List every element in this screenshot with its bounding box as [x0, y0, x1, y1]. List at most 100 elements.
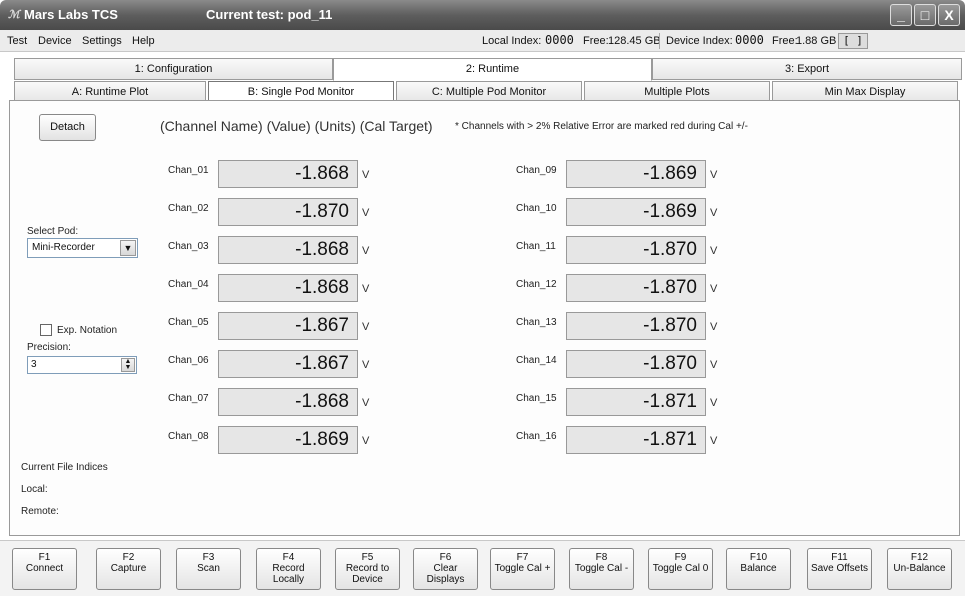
fkey-number: F3 — [202, 552, 215, 563]
fkey-number: F2 — [122, 552, 135, 563]
channel-unit: V — [710, 435, 718, 447]
device-free-label: Free: — [772, 35, 798, 47]
title-bar: ℳ Mars Labs TCS Current test: pod_11 _ □… — [0, 0, 965, 30]
channel-value: -1.868 — [218, 274, 358, 302]
channel-value: -1.868 — [218, 388, 358, 416]
single-pod-monitor-panel — [9, 100, 960, 536]
column-header: (Channel Name) (Value) (Units) (Cal Targ… — [160, 118, 433, 134]
channel-unit: V — [362, 283, 370, 295]
device-index-value: 0000 — [735, 33, 764, 47]
channel-value: -1.868 — [218, 236, 358, 264]
channel-name: Chan_04 — [168, 279, 209, 290]
channel-unit: V — [710, 397, 718, 409]
menu-divider — [659, 33, 660, 49]
fkey-number: F11 — [831, 552, 848, 563]
fkey-number: F9 — [674, 552, 687, 563]
channel-unit: V — [710, 359, 718, 371]
spin-arrows-icon[interactable]: ▲ ▼ — [121, 358, 135, 372]
fkey-label: Scan — [197, 563, 220, 574]
f1-connect-button[interactable]: F1 Connect — [12, 548, 77, 590]
channel-name: Chan_15 — [516, 393, 557, 404]
channel-name: Chan_11 — [516, 241, 556, 252]
channel-value: -1.871 — [566, 388, 706, 416]
local-index-value: 0000 — [545, 33, 574, 47]
select-pod-value: Mini-Recorder — [32, 242, 95, 253]
detach-button[interactable]: Detach — [39, 114, 96, 141]
fkey-label: Toggle Cal + — [494, 563, 551, 574]
fkey-label: Capture — [110, 563, 147, 574]
channel-value: -1.870 — [566, 274, 706, 302]
app-logo-icon: ℳ — [8, 9, 20, 21]
f10-balance-button[interactable]: F10 Balance — [726, 548, 791, 590]
precision-label: Precision: — [27, 342, 71, 353]
channel-name: Chan_06 — [168, 355, 209, 366]
close-button[interactable]: X — [938, 4, 960, 26]
channel-unit: V — [710, 207, 718, 219]
channel-name: Chan_03 — [168, 241, 209, 252]
current-file-indices-label: Current File Indices — [21, 462, 108, 473]
exp-notation-label: Exp. Notation — [57, 325, 118, 336]
chevron-down-icon[interactable]: ▼ — [120, 240, 136, 256]
fkey-label: Record to Device — [345, 563, 390, 585]
channel-name: Chan_08 — [168, 431, 209, 442]
channel-unit: V — [710, 169, 718, 181]
minimize-button[interactable]: _ — [890, 4, 912, 26]
f6-clear-displays-button[interactable]: F6 Clear Displays — [413, 548, 478, 590]
fkey-number: F12 — [910, 552, 929, 563]
f7-toggle-cal-plus-button[interactable]: F7 Toggle Cal + — [490, 548, 555, 590]
channel-value: -1.870 — [566, 312, 706, 340]
fkey-label: Connect — [25, 563, 64, 574]
channel-name: Chan_02 — [168, 203, 209, 214]
current-test-title: Current test: pod_11 — [206, 7, 333, 22]
tab-export[interactable]: 3: Export — [652, 58, 962, 80]
device-status-button[interactable]: [ ] — [838, 33, 868, 49]
channel-name: Chan_12 — [516, 279, 557, 290]
channel-name: Chan_10 — [516, 203, 557, 214]
channel-unit: V — [362, 169, 370, 181]
channel-value: -1.867 — [218, 312, 358, 340]
menu-settings[interactable]: Settings — [82, 35, 122, 47]
select-pod-dropdown[interactable]: Mini-Recorder ▼ — [27, 238, 138, 258]
tab-runtime[interactable]: 2: Runtime — [333, 58, 652, 81]
precision-stepper[interactable]: 3 ▲ ▼ — [27, 356, 137, 374]
channel-value: -1.871 — [566, 426, 706, 454]
tab-configuration[interactable]: 1: Configuration — [14, 58, 333, 80]
maximize-button[interactable]: □ — [914, 4, 936, 26]
channel-unit: V — [710, 245, 718, 257]
f3-scan-button[interactable]: F3 Scan — [176, 548, 241, 590]
f2-capture-button[interactable]: F2 Capture — [96, 548, 161, 590]
f8-toggle-cal-minus-button[interactable]: F8 Toggle Cal - — [569, 548, 634, 590]
f4-record-locally-button[interactable]: F4 Record Locally — [256, 548, 321, 590]
fkey-number: F1 — [38, 552, 51, 563]
remote-label: Remote: — [21, 506, 59, 517]
channel-value: -1.870 — [218, 198, 358, 226]
menu-device[interactable]: Device — [38, 35, 72, 47]
f12-un-balance-button[interactable]: F12 Un-Balance — [887, 548, 952, 590]
channel-value: -1.867 — [218, 350, 358, 378]
channel-name: Chan_01 — [168, 165, 209, 176]
f9-toggle-cal-zero-button[interactable]: F9 Toggle Cal 0 — [648, 548, 713, 590]
channel-name: Chan_14 — [516, 355, 557, 366]
channel-name: Chan_16 — [516, 431, 557, 442]
fkey-number: F5 — [361, 552, 374, 563]
menu-help[interactable]: Help — [132, 35, 155, 47]
channel-name: Chan_09 — [516, 165, 557, 176]
fkey-number: F4 — [282, 552, 295, 563]
fkey-label: Toggle Cal 0 — [652, 563, 709, 574]
channel-unit: V — [362, 435, 370, 447]
f11-save-offsets-button[interactable]: F11 Save Offsets — [807, 548, 872, 590]
fkey-label: Clear Displays — [426, 563, 465, 585]
fkey-label: Un-Balance — [893, 563, 946, 574]
exp-notation-checkbox[interactable] — [40, 324, 52, 336]
channel-unit: V — [710, 283, 718, 295]
channel-value: -1.869 — [566, 160, 706, 188]
local-label: Local: — [21, 484, 48, 495]
select-pod-label: Select Pod: — [27, 226, 79, 237]
f5-record-to-device-button[interactable]: F5 Record to Device — [335, 548, 400, 590]
local-free-value: 128.45 GB — [608, 35, 661, 47]
menu-test[interactable]: Test — [7, 35, 27, 47]
fkey-number: F6 — [439, 552, 452, 563]
fkey-label: Record Locally — [272, 563, 305, 585]
cal-error-note: * Channels with > 2% Relative Error are … — [455, 121, 748, 132]
fkey-label: Save Offsets — [810, 563, 869, 574]
